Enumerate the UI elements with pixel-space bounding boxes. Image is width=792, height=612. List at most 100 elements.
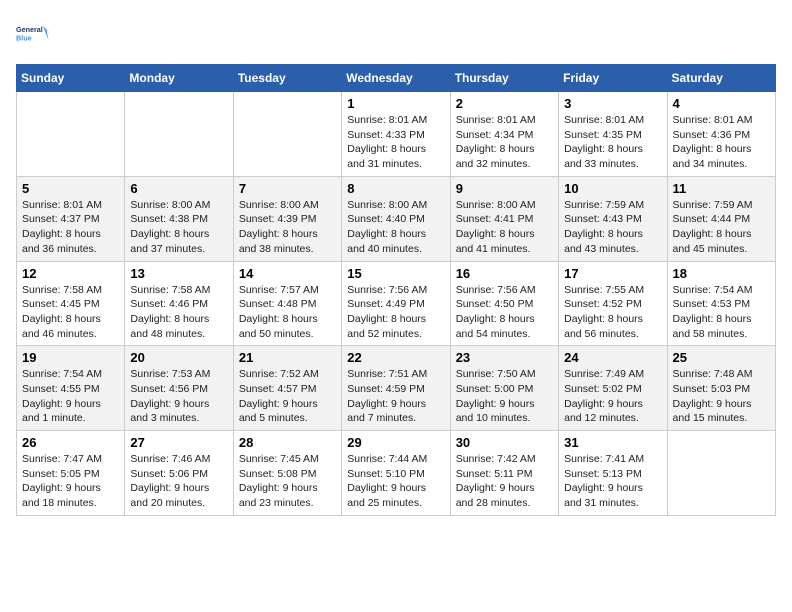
calendar-cell: 1 Sunrise: 8:01 AM Sunset: 4:33 PM Dayli… [342, 92, 450, 177]
calendar-cell: 2 Sunrise: 8:01 AM Sunset: 4:34 PM Dayli… [450, 92, 558, 177]
daylight-text: Daylight: 8 hours and 33 minutes. [564, 143, 643, 170]
day-number: 2 [456, 96, 553, 111]
sunset-text: Sunset: 5:10 PM [347, 468, 425, 480]
sunrise-text: Sunrise: 8:00 AM [239, 199, 319, 211]
logo: GeneralBlue [16, 16, 52, 52]
calendar-cell: 28 Sunrise: 7:45 AM Sunset: 5:08 PM Dayl… [233, 431, 341, 516]
sunset-text: Sunset: 4:35 PM [564, 129, 642, 141]
sunset-text: Sunset: 5:00 PM [456, 383, 534, 395]
day-number: 15 [347, 266, 444, 281]
day-number: 27 [130, 435, 227, 450]
day-info: Sunrise: 7:58 AM Sunset: 4:46 PM Dayligh… [130, 283, 227, 342]
day-number: 16 [456, 266, 553, 281]
sunrise-text: Sunrise: 7:42 AM [456, 453, 536, 465]
sunset-text: Sunset: 4:57 PM [239, 383, 317, 395]
calendar-cell: 18 Sunrise: 7:54 AM Sunset: 4:53 PM Dayl… [667, 261, 775, 346]
calendar-cell: 12 Sunrise: 7:58 AM Sunset: 4:45 PM Dayl… [17, 261, 125, 346]
daylight-text: Daylight: 8 hours and 45 minutes. [673, 228, 752, 255]
sunrise-text: Sunrise: 7:41 AM [564, 453, 644, 465]
sunset-text: Sunset: 4:46 PM [130, 298, 208, 310]
day-number: 3 [564, 96, 661, 111]
calendar-cell: 25 Sunrise: 7:48 AM Sunset: 5:03 PM Dayl… [667, 346, 775, 431]
sunrise-text: Sunrise: 7:57 AM [239, 284, 319, 296]
sunrise-text: Sunrise: 7:53 AM [130, 368, 210, 380]
calendar-week-row: 26 Sunrise: 7:47 AM Sunset: 5:05 PM Dayl… [17, 431, 776, 516]
sunset-text: Sunset: 5:02 PM [564, 383, 642, 395]
day-number: 13 [130, 266, 227, 281]
day-info: Sunrise: 7:44 AM Sunset: 5:10 PM Dayligh… [347, 452, 444, 511]
sunrise-text: Sunrise: 7:48 AM [673, 368, 753, 380]
day-number: 22 [347, 350, 444, 365]
calendar-table: SundayMondayTuesdayWednesdayThursdayFrid… [16, 64, 776, 516]
sunrise-text: Sunrise: 7:54 AM [673, 284, 753, 296]
day-info: Sunrise: 7:47 AM Sunset: 5:05 PM Dayligh… [22, 452, 119, 511]
weekday-header-row: SundayMondayTuesdayWednesdayThursdayFrid… [17, 65, 776, 92]
daylight-text: Daylight: 8 hours and 56 minutes. [564, 313, 643, 340]
day-number: 4 [673, 96, 770, 111]
sunrise-text: Sunrise: 7:49 AM [564, 368, 644, 380]
daylight-text: Daylight: 8 hours and 36 minutes. [22, 228, 101, 255]
day-number: 18 [673, 266, 770, 281]
day-number: 5 [22, 181, 119, 196]
calendar-cell: 29 Sunrise: 7:44 AM Sunset: 5:10 PM Dayl… [342, 431, 450, 516]
daylight-text: Daylight: 8 hours and 52 minutes. [347, 313, 426, 340]
calendar-cell: 30 Sunrise: 7:42 AM Sunset: 5:11 PM Dayl… [450, 431, 558, 516]
daylight-text: Daylight: 8 hours and 37 minutes. [130, 228, 209, 255]
day-info: Sunrise: 7:59 AM Sunset: 4:43 PM Dayligh… [564, 198, 661, 257]
day-info: Sunrise: 7:49 AM Sunset: 5:02 PM Dayligh… [564, 367, 661, 426]
sunset-text: Sunset: 4:34 PM [456, 129, 534, 141]
sunset-text: Sunset: 5:11 PM [456, 468, 533, 480]
page-header: GeneralBlue [16, 16, 776, 52]
day-number: 8 [347, 181, 444, 196]
day-number: 26 [22, 435, 119, 450]
day-info: Sunrise: 8:01 AM Sunset: 4:37 PM Dayligh… [22, 198, 119, 257]
calendar-cell: 24 Sunrise: 7:49 AM Sunset: 5:02 PM Dayl… [559, 346, 667, 431]
daylight-text: Daylight: 8 hours and 34 minutes. [673, 143, 752, 170]
calendar-cell: 31 Sunrise: 7:41 AM Sunset: 5:13 PM Dayl… [559, 431, 667, 516]
day-number: 21 [239, 350, 336, 365]
day-info: Sunrise: 8:00 AM Sunset: 4:40 PM Dayligh… [347, 198, 444, 257]
sunrise-text: Sunrise: 8:01 AM [22, 199, 102, 211]
daylight-text: Daylight: 9 hours and 25 minutes. [347, 482, 426, 509]
sunset-text: Sunset: 4:52 PM [564, 298, 642, 310]
sunrise-text: Sunrise: 7:51 AM [347, 368, 427, 380]
daylight-text: Daylight: 8 hours and 43 minutes. [564, 228, 643, 255]
day-number: 12 [22, 266, 119, 281]
day-info: Sunrise: 7:42 AM Sunset: 5:11 PM Dayligh… [456, 452, 553, 511]
daylight-text: Daylight: 9 hours and 15 minutes. [673, 398, 752, 425]
sunrise-text: Sunrise: 8:01 AM [564, 114, 644, 126]
daylight-text: Daylight: 9 hours and 5 minutes. [239, 398, 318, 425]
sunset-text: Sunset: 4:36 PM [673, 129, 751, 141]
sunset-text: Sunset: 4:56 PM [130, 383, 208, 395]
sunrise-text: Sunrise: 7:44 AM [347, 453, 427, 465]
calendar-cell: 7 Sunrise: 8:00 AM Sunset: 4:39 PM Dayli… [233, 176, 341, 261]
sunset-text: Sunset: 4:50 PM [456, 298, 534, 310]
day-info: Sunrise: 7:52 AM Sunset: 4:57 PM Dayligh… [239, 367, 336, 426]
weekday-header: Monday [125, 65, 233, 92]
calendar-cell: 16 Sunrise: 7:56 AM Sunset: 4:50 PM Dayl… [450, 261, 558, 346]
day-info: Sunrise: 7:48 AM Sunset: 5:03 PM Dayligh… [673, 367, 770, 426]
daylight-text: Daylight: 8 hours and 58 minutes. [673, 313, 752, 340]
sunrise-text: Sunrise: 7:52 AM [239, 368, 319, 380]
calendar-week-row: 19 Sunrise: 7:54 AM Sunset: 4:55 PM Dayl… [17, 346, 776, 431]
daylight-text: Daylight: 9 hours and 12 minutes. [564, 398, 643, 425]
daylight-text: Daylight: 9 hours and 3 minutes. [130, 398, 209, 425]
sunrise-text: Sunrise: 7:47 AM [22, 453, 102, 465]
calendar-cell: 13 Sunrise: 7:58 AM Sunset: 4:46 PM Dayl… [125, 261, 233, 346]
logo-icon: GeneralBlue [16, 16, 52, 52]
daylight-text: Daylight: 9 hours and 7 minutes. [347, 398, 426, 425]
calendar-cell: 3 Sunrise: 8:01 AM Sunset: 4:35 PM Dayli… [559, 92, 667, 177]
calendar-cell: 6 Sunrise: 8:00 AM Sunset: 4:38 PM Dayli… [125, 176, 233, 261]
sunrise-text: Sunrise: 7:54 AM [22, 368, 102, 380]
sunrise-text: Sunrise: 8:00 AM [130, 199, 210, 211]
day-info: Sunrise: 7:41 AM Sunset: 5:13 PM Dayligh… [564, 452, 661, 511]
calendar-cell: 22 Sunrise: 7:51 AM Sunset: 4:59 PM Dayl… [342, 346, 450, 431]
day-number: 29 [347, 435, 444, 450]
sunset-text: Sunset: 4:45 PM [22, 298, 100, 310]
daylight-text: Daylight: 9 hours and 28 minutes. [456, 482, 535, 509]
day-number: 1 [347, 96, 444, 111]
calendar-cell: 23 Sunrise: 7:50 AM Sunset: 5:00 PM Dayl… [450, 346, 558, 431]
weekday-header: Saturday [667, 65, 775, 92]
daylight-text: Daylight: 8 hours and 41 minutes. [456, 228, 535, 255]
daylight-text: Daylight: 8 hours and 38 minutes. [239, 228, 318, 255]
